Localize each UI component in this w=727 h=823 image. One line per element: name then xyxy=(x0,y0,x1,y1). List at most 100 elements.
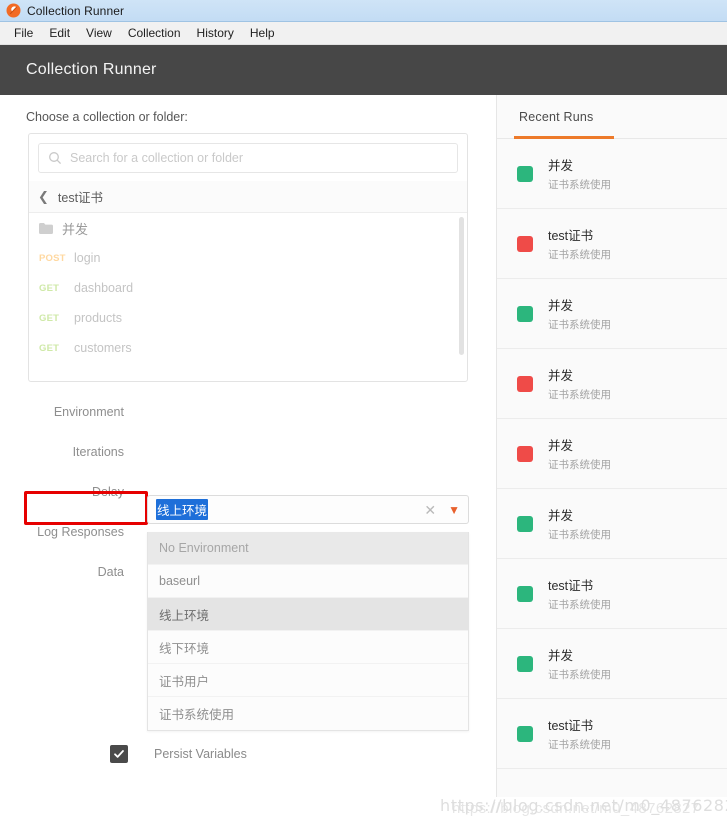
recent-run-name: 并发 xyxy=(548,439,574,453)
menu-item-history[interactable]: History xyxy=(189,25,242,41)
recent-run-name: test证书 xyxy=(548,229,594,243)
app-header: Collection Runner xyxy=(0,45,727,95)
list-item[interactable]: GET products xyxy=(29,303,467,333)
persist-variables-checkbox[interactable] xyxy=(110,745,128,763)
environment-option-cert-user[interactable]: 证书用户 xyxy=(148,664,468,697)
recent-run-item[interactable]: test证书 证书系统使用 xyxy=(497,699,727,769)
recent-run-name: test证书 xyxy=(548,719,594,733)
recent-run-environment: 证书系统使用 xyxy=(548,669,611,681)
list-item[interactable]: GET dashboard xyxy=(29,273,467,303)
status-badge xyxy=(517,375,533,392)
recent-run-environment: 证书系统使用 xyxy=(548,179,611,191)
menu-item-file[interactable]: File xyxy=(6,25,41,41)
status-badge xyxy=(517,235,533,252)
search-input[interactable]: Search for a collection or folder xyxy=(38,143,458,173)
recent-run-item[interactable]: 并发 证书系统使用 xyxy=(497,279,727,349)
runner-config-panel: Choose a collection or folder: Search fo… xyxy=(0,95,496,797)
menu-item-edit[interactable]: Edit xyxy=(41,25,78,41)
environment-select[interactable]: 线上环境 ✕ ▼ xyxy=(147,495,469,524)
tab-recent-runs[interactable]: Recent Runs xyxy=(497,95,727,139)
postman-logo-icon xyxy=(6,3,21,18)
form-row-environment: Environment xyxy=(0,395,496,435)
environment-option-cert-system[interactable]: 证书系统使用 xyxy=(148,697,468,730)
environment-option-offline[interactable]: 线下环境 xyxy=(148,631,468,664)
recent-run-environment: 证书系统使用 xyxy=(548,319,611,331)
chevron-down-icon[interactable]: ▼ xyxy=(448,504,460,516)
recent-run-environment: 证书系统使用 xyxy=(548,739,611,751)
list-item-label: login xyxy=(74,251,101,265)
method-badge: GET xyxy=(39,342,60,354)
recent-run-name: test证书 xyxy=(548,579,594,593)
tab-active-underline xyxy=(514,136,614,139)
environment-option-online[interactable]: 线上环境 xyxy=(148,598,468,631)
recent-run-item[interactable]: 并发 证书系统使用 xyxy=(497,419,727,489)
list-item[interactable]: POST login xyxy=(29,243,467,273)
recent-run-name: 并发 xyxy=(548,509,574,523)
form-row-iterations: Iterations xyxy=(0,435,496,475)
collection-runner-window: Collection Runner File Edit View Collect… xyxy=(0,0,727,823)
page-title: Collection Runner xyxy=(26,61,157,78)
menu-item-collection[interactable]: Collection xyxy=(120,25,189,41)
recent-run-item[interactable]: test证书 证书系统使用 xyxy=(497,209,727,279)
data-label: Data xyxy=(97,565,124,579)
list-item[interactable]: GET customers xyxy=(29,333,467,363)
close-icon[interactable]: ✕ xyxy=(424,503,436,517)
status-badge xyxy=(517,165,533,182)
recent-run-environment: 证书系统使用 xyxy=(548,459,611,471)
menu-item-view[interactable]: View xyxy=(78,25,120,41)
environment-selected-value: 线上环境 xyxy=(156,499,209,520)
breadcrumb-label: test证书 xyxy=(57,191,104,205)
list-item-label: 并发 xyxy=(62,221,89,237)
list-item-label: products xyxy=(74,311,122,325)
watermark-text: https://blog.csdn.net/m0_48762827 xyxy=(440,796,727,815)
folder-icon xyxy=(39,222,53,234)
recent-run-environment: 证书系统使用 xyxy=(548,529,611,541)
collection-search-wrap: Search for a collection or folder xyxy=(29,134,467,173)
method-badge: GET xyxy=(39,312,60,324)
recent-run-environment: 证书系统使用 xyxy=(548,599,611,611)
status-badge xyxy=(517,655,533,672)
status-badge xyxy=(517,585,533,602)
collection-list-scrollbar[interactable] xyxy=(459,217,464,355)
recent-run-environment: 证书系统使用 xyxy=(548,249,611,261)
recent-runs-panel: Recent Runs 并发 证书系统使用 test证书 证书系统使用 并发 证… xyxy=(496,95,727,797)
persist-variables-label: Persist Variables xyxy=(154,747,247,761)
recent-run-name: 并发 xyxy=(548,369,574,383)
method-badge: GET xyxy=(39,282,60,294)
environment-option-no-environment[interactable]: No Environment xyxy=(148,532,468,565)
method-badge: POST xyxy=(39,252,66,264)
breadcrumb[interactable]: ❮ test证书 xyxy=(29,181,467,213)
menu-item-help[interactable]: Help xyxy=(242,25,283,41)
log-responses-label: Log Responses xyxy=(37,525,124,539)
list-item[interactable]: 并发 xyxy=(29,213,467,243)
recent-run-item[interactable]: test证书 证书系统使用 xyxy=(497,559,727,629)
collection-picker: Search for a collection or folder ❮ test… xyxy=(28,133,468,382)
collection-item-list[interactable]: 并发 POST login GET dashboard GET products xyxy=(29,213,467,371)
environment-label: Environment xyxy=(53,405,124,419)
recent-run-name: 并发 xyxy=(548,649,574,663)
status-badge xyxy=(517,305,533,322)
delay-label: Delay xyxy=(92,485,124,499)
recent-run-name: 并发 xyxy=(548,299,574,313)
content-area: Choose a collection or folder: Search fo… xyxy=(0,95,727,797)
status-badge xyxy=(517,725,533,742)
recent-run-item[interactable]: 并发 证书系统使用 xyxy=(497,349,727,419)
choose-collection-label: Choose a collection or folder: xyxy=(26,110,188,124)
status-badge xyxy=(517,445,533,462)
list-item-label: customers xyxy=(74,341,132,355)
window-title-bar: Collection Runner xyxy=(0,0,727,22)
chevron-left-icon[interactable]: ❮ xyxy=(38,190,49,203)
recent-run-name: 并发 xyxy=(548,159,574,173)
persist-variables-row: Persist Variables xyxy=(110,745,247,763)
recent-run-item[interactable]: 并发 证书系统使用 xyxy=(497,139,727,209)
recent-run-environment: 证书系统使用 xyxy=(548,389,611,401)
recent-run-item[interactable]: 并发 证书系统使用 xyxy=(497,629,727,699)
search-placeholder: Search for a collection or folder xyxy=(70,151,244,165)
environment-option-baseurl[interactable]: baseurl xyxy=(148,565,468,598)
tab-recent-runs-label: Recent Runs xyxy=(519,109,594,124)
environment-dropdown-menu[interactable]: No Environment baseurl 线上环境 线下环境 证书用户 证书… xyxy=(147,532,469,731)
recent-run-item[interactable]: 并发 证书系统使用 xyxy=(497,489,727,559)
list-item-label: dashboard xyxy=(74,281,134,295)
check-icon xyxy=(114,750,124,758)
recent-runs-list[interactable]: 并发 证书系统使用 test证书 证书系统使用 并发 证书系统使用 并发 证书系… xyxy=(497,138,727,769)
